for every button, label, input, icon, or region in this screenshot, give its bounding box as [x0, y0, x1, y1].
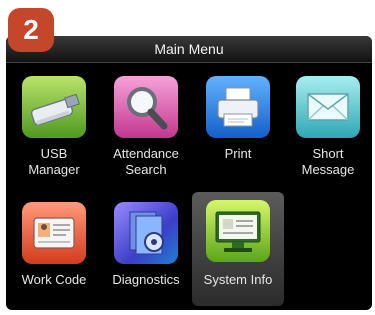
menu-item-label: Diagnostics [112, 272, 180, 287]
menu-item-label: System Info [203, 272, 273, 287]
menu-item-label: Short Message [301, 146, 355, 177]
menu-item-label: Print [224, 146, 252, 161]
menu-item-usb-manager[interactable]: USB Manager [10, 70, 98, 182]
menu-item-label: USB Manager [28, 146, 80, 177]
menu-item-diagnostics[interactable]: Diagnostics [102, 196, 190, 308]
title-bar: Main Menu [6, 36, 372, 63]
diagnostics-icon [114, 202, 178, 264]
menu-item-work-code[interactable]: Work Code [10, 196, 98, 308]
page-title: Main Menu [154, 41, 224, 57]
screen: Main Menu USB Manager Attendance Search … [6, 36, 372, 310]
menu-item-print[interactable]: Print [194, 70, 282, 182]
menu-item-attendance-search[interactable]: Attendance Search [102, 70, 190, 182]
usb-drive-icon [22, 76, 86, 138]
printer-icon [206, 76, 270, 138]
system-info-icon [206, 200, 270, 262]
id-card-icon [22, 202, 86, 264]
envelope-icon [296, 76, 360, 138]
magnifier-icon [114, 76, 178, 138]
menu-item-label: Work Code [21, 272, 87, 287]
device: 2 Main Menu USB Manager Attendance Searc… [0, 0, 375, 315]
menu-item-system-info[interactable]: System Info [192, 192, 284, 306]
step-badge: 2 [8, 8, 54, 52]
menu-item-short-message[interactable]: Short Message [284, 70, 372, 182]
menu-item-label: Attendance Search [113, 146, 179, 177]
